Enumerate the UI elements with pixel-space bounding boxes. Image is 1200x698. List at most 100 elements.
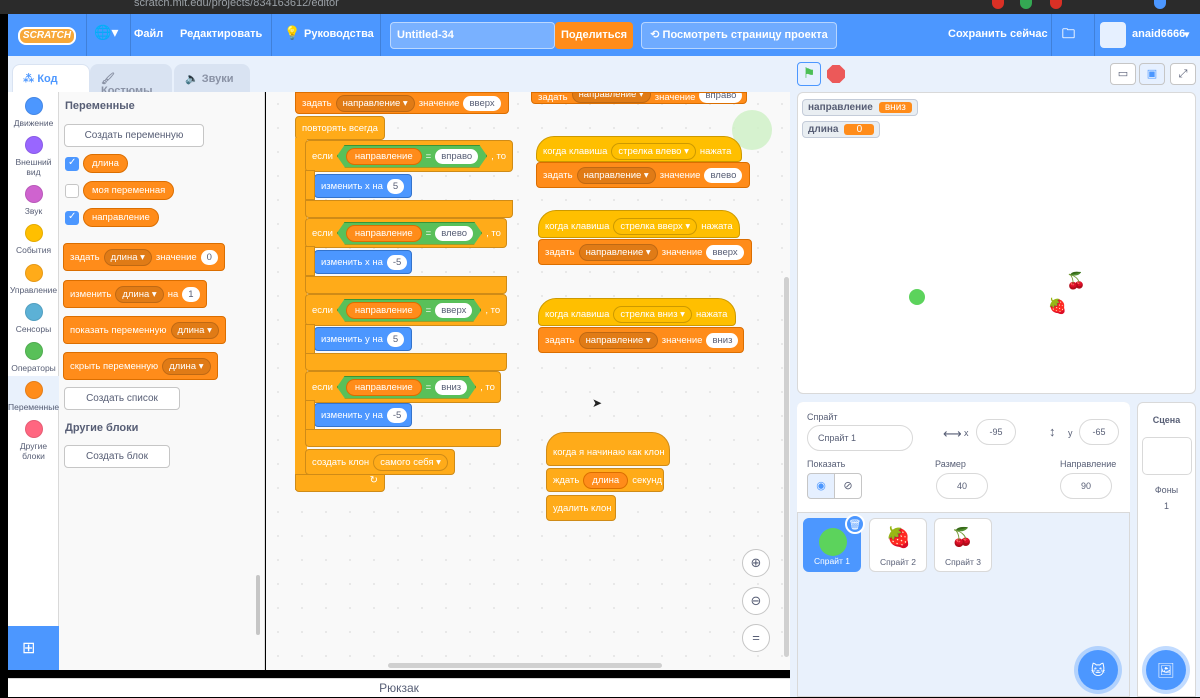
show-eye-icon[interactable]: ◉ (807, 473, 835, 499)
change-x-block[interactable]: изменить x на -5 (314, 250, 412, 274)
stage[interactable]: направление вниз длина 0 🍒 🍓 (797, 92, 1196, 394)
wait-block[interactable]: ждать длина секунд (546, 468, 664, 492)
extension-icon[interactable] (992, 0, 1004, 9)
value-input[interactable]: вниз (435, 380, 467, 395)
see-project-page-button[interactable]: ⟲ Посмотреть страницу проекта (641, 22, 837, 49)
variable-dropdown[interactable]: направление (576, 166, 656, 184)
cherry-sprite-icon[interactable]: 🍒 (1066, 271, 1086, 291)
make-block-button[interactable]: Создать блок (64, 445, 170, 468)
variable-reporter[interactable]: моя переменная (83, 181, 175, 200)
menu-tutorials[interactable]: Руководства (304, 28, 374, 40)
backdrop-thumb[interactable] (1141, 437, 1192, 475)
variable-dropdown[interactable]: направление (335, 94, 415, 112)
set-variable-block[interactable]: задатьнаправлениезначениевлево (536, 162, 750, 188)
value-input[interactable]: -5 (386, 407, 408, 423)
set-variable-block[interactable]: задатьнаправлениезначениевверх (538, 239, 752, 265)
change-x-block[interactable]: изменить x на 5 (314, 174, 412, 198)
tab-costumes[interactable]: 🖌 Костюмы (90, 64, 172, 97)
create-clone-block[interactable]: создать клон самого себя (305, 449, 455, 475)
sprite-thumb-3[interactable]: 🍒 Спрайт 3 (934, 518, 992, 572)
sprite-thumb-1[interactable]: Спрайт 1 🗑 (803, 514, 865, 572)
equals-operator[interactable]: направление = вниз (337, 376, 476, 399)
variable-reporter[interactable]: длина (83, 154, 128, 173)
change-y-block[interactable]: изменить у на 5 (314, 327, 412, 351)
profile-icon[interactable] (1154, 0, 1166, 9)
make-variable-button[interactable]: Создать переменную (64, 124, 204, 147)
avatar[interactable] (1100, 22, 1126, 48)
category-events[interactable]: События (8, 224, 59, 255)
value-input[interactable]: влево (435, 226, 473, 241)
palette-scrollbar[interactable] (256, 575, 260, 635)
sprite-name-input[interactable]: Спрайт 1 (807, 425, 913, 451)
set-variable-block[interactable]: задатьнаправлениезначениевправо (531, 92, 747, 104)
zoom-in-icon[interactable]: ⊕ (742, 549, 770, 577)
variable-dropdown[interactable]: длина (115, 285, 164, 303)
value-input[interactable]: вниз (706, 332, 739, 348)
menu-file[interactable]: Файл (134, 28, 163, 40)
key-dropdown[interactable]: стрелка вниз (613, 305, 692, 323)
variable-dropdown[interactable]: длина (162, 357, 211, 375)
value-input[interactable]: -5 (386, 254, 408, 270)
strawberry-sprite-icon[interactable]: 🍓 (1048, 297, 1067, 315)
value-input[interactable]: вверх (435, 303, 472, 318)
extension-icon[interactable] (1050, 0, 1062, 9)
small-stage-icon[interactable]: ▭ (1110, 63, 1136, 85)
variable-reporter[interactable]: направление (83, 208, 159, 227)
zoom-out-icon[interactable]: ⊖ (742, 587, 770, 615)
forever-block[interactable]: повторять всегда (295, 116, 385, 140)
hide-eye-icon[interactable]: ⊘ (834, 473, 862, 499)
direction-input[interactable]: 90 (1060, 473, 1112, 499)
category-sensing[interactable]: Сенсоры (8, 303, 59, 334)
variable-reporter[interactable]: направление (346, 148, 422, 165)
normal-stage-icon[interactable]: ▣ (1139, 63, 1165, 85)
add-extension-button[interactable]: ⊞ (8, 626, 59, 670)
if-block[interactable]: если направление = вправо , то (305, 140, 513, 172)
equals-operator[interactable]: направление = влево (337, 222, 482, 245)
value-input[interactable]: 1 (182, 286, 200, 302)
change-y-block[interactable]: изменить у на -5 (314, 403, 412, 427)
hide-variable-block[interactable]: скрыть переменную длина (63, 352, 218, 380)
equals-operator[interactable]: направление = вверх (337, 299, 482, 322)
when-i-start-as-clone-block[interactable]: когда я начинаю как клон (546, 432, 670, 466)
variable-monitor[interactable]: длина 0 (802, 121, 881, 138)
variable-checkbox[interactable] (65, 184, 79, 198)
tab-code[interactable]: ⁂ Код (12, 64, 90, 92)
url-bar[interactable]: scratch.mit.edu/projects/834163612/edito… (134, 0, 339, 9)
value-input[interactable]: вправо (699, 93, 743, 103)
equals-operator[interactable]: направление = вправо (337, 145, 487, 168)
category-looks[interactable]: Внешний вид (8, 136, 59, 177)
value-input[interactable]: 0 (200, 249, 218, 265)
size-input[interactable]: 40 (936, 473, 988, 499)
share-button[interactable]: Поделиться (555, 22, 633, 49)
set-variable-block[interactable]: задатьнаправлениезначениевниз (538, 327, 744, 353)
category-sound[interactable]: Звук (8, 185, 59, 216)
key-dropdown[interactable]: стрелка вверх (613, 217, 698, 235)
add-sprite-button[interactable]: 🐱 (1078, 650, 1118, 690)
show-variable-block[interactable]: показать переменную длина (63, 316, 226, 344)
variable-monitor[interactable]: направление вниз (802, 99, 918, 116)
variable-reporter[interactable]: направление (346, 302, 422, 319)
set-variable-block[interactable]: задатьдлиназначение0 (63, 243, 225, 271)
value-input[interactable]: влево (704, 167, 743, 183)
y-input[interactable]: -65 (1079, 419, 1119, 445)
workspace-scrollbar-h[interactable] (388, 663, 662, 668)
save-now-button[interactable]: Сохранить сейчас (948, 28, 1048, 40)
variable-dropdown[interactable]: направление (578, 243, 658, 261)
when-key-pressed-block[interactable]: когда клавишастрелка внизнажата (538, 298, 736, 326)
category-control[interactable]: Управление (8, 264, 59, 295)
scratch-logo[interactable]: SCRATCH (18, 27, 76, 45)
tab-sounds[interactable]: 🔈 Звуки (174, 64, 250, 92)
when-key-pressed-block[interactable]: когда клавишастрелка влевонажата (536, 136, 742, 162)
globe-icon[interactable]: 🌐▾ (94, 24, 118, 41)
backpack-bar[interactable]: Рюкзак (8, 678, 790, 697)
stop-icon[interactable] (827, 65, 845, 83)
set-variable-block[interactable]: задатьнаправлениезначениевверх (295, 92, 509, 114)
variable-dropdown[interactable]: длина (103, 248, 152, 266)
value-input[interactable]: 5 (386, 331, 405, 347)
value-input[interactable]: вправо (435, 149, 478, 164)
variable-reporter[interactable]: направление (346, 225, 422, 242)
variable-checkbox[interactable] (65, 157, 79, 171)
project-title-input[interactable]: Untitled-34 (390, 22, 555, 49)
category-my-blocks[interactable]: Другие блоки (8, 420, 59, 461)
chevron-down-icon[interactable]: ▾ (1184, 28, 1190, 41)
